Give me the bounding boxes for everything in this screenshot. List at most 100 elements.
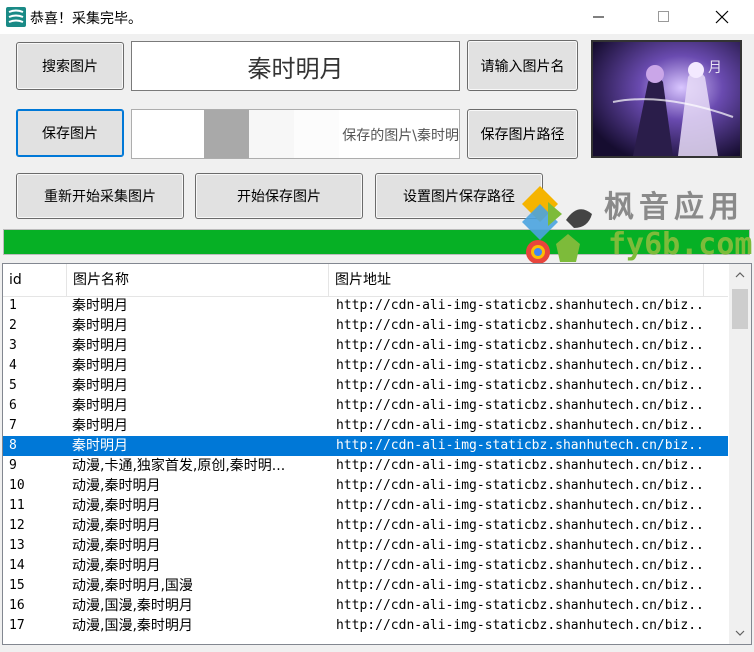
row-url: http://cdn-ali-img-staticbz.shanhutech.c… (336, 538, 701, 553)
row-url: http://cdn-ali-img-staticbz.shanhutech.c… (336, 398, 701, 413)
row-url: http://cdn-ali-img-staticbz.shanhutech.c… (336, 478, 701, 493)
row-url: http://cdn-ali-img-staticbz.shanhutech.c… (336, 358, 701, 373)
row-name: 动漫,国漫,秦时明月 (72, 598, 193, 614)
maximize-icon (658, 11, 669, 22)
row-url: http://cdn-ali-img-staticbz.shanhutech.c… (336, 378, 701, 393)
scroll-thumb[interactable] (732, 289, 748, 329)
row-name: 动漫,秦时明月 (72, 538, 161, 554)
row-name: 秦时明月 (72, 378, 128, 394)
table-row[interactable]: 2 秦时明月 http://cdn-ali-img-staticbz.shanhut… (3, 316, 728, 336)
row-url: http://cdn-ali-img-staticbz.shanhutech.c… (336, 318, 701, 333)
row-name: 动漫,秦时明月 (72, 518, 161, 534)
close-button[interactable] (700, 0, 744, 34)
redaction-block (132, 110, 204, 158)
row-id: 4 (9, 358, 17, 373)
row-id: 6 (9, 398, 17, 413)
row-id: 2 (9, 318, 17, 333)
row-id: 7 (9, 418, 17, 433)
search-image-button[interactable]: 搜索图片 (16, 42, 124, 90)
preview-artwork: ⽉ (593, 42, 740, 156)
save-path-input[interactable]: 保存的图片\秦时明 (131, 109, 460, 159)
table-row[interactable]: 3 秦时明月 http://cdn-ali-img-staticbz.shanhut… (3, 336, 728, 356)
save-path-text: 保存的图片\秦时明 (342, 128, 459, 144)
table-row[interactable]: 15 动漫,秦时明月,国漫 http://cdn-ali-img-staticbz.… (3, 576, 728, 596)
row-id: 1 (9, 298, 17, 313)
watermark: 枫音应用 fy6b.com (518, 182, 753, 272)
minimize-icon (593, 16, 604, 18)
row-url: http://cdn-ali-img-staticbz.shanhutech.c… (336, 618, 701, 633)
redaction-block (294, 110, 339, 158)
row-id: 16 (9, 598, 25, 613)
row-id: 13 (9, 538, 25, 553)
row-name: 动漫,秦时明月 (72, 498, 161, 514)
column-header-name[interactable]: 图片名称 (67, 264, 329, 296)
image-preview: ⽉ (591, 40, 742, 158)
row-id: 14 (9, 558, 25, 573)
row-id: 3 (9, 338, 17, 353)
row-id: 17 (9, 618, 25, 633)
row-name: 秦时明月 (72, 398, 128, 414)
vertical-scrollbar[interactable] (729, 264, 751, 644)
row-id: 15 (9, 578, 25, 593)
minimize-button[interactable] (577, 0, 621, 34)
row-id: 9 (9, 458, 17, 473)
column-header-id[interactable]: id (3, 264, 67, 296)
list-header: id 图片名称 图片地址 (3, 264, 728, 297)
row-id: 11 (9, 498, 25, 513)
row-id: 5 (9, 378, 17, 393)
table-row[interactable]: 4 秦时明月 http://cdn-ali-img-staticbz.shanhut… (3, 356, 728, 376)
image-list[interactable]: id 图片名称 图片地址 1 秦时明月 http://cdn-ali-img-sta… (2, 263, 752, 645)
row-url: http://cdn-ali-img-staticbz.shanhutech.c… (336, 598, 701, 613)
row-id: 10 (9, 478, 25, 493)
scroll-down-button[interactable] (729, 622, 751, 644)
table-row[interactable]: 17 动漫,国漫,秦时明月 http://cdn-ali-img-staticbz.… (3, 616, 728, 636)
row-url: http://cdn-ali-img-staticbz.shanhutech.c… (336, 418, 701, 433)
search-input[interactable]: 秦时明月 (131, 41, 460, 91)
row-name: 秦时明月 (72, 438, 128, 454)
row-id: 8 (9, 438, 17, 453)
table-row[interactable]: 9 动漫,卡通,独家首发,原创,秦时明... http://cdn-ali-img-… (3, 456, 728, 476)
redaction-block (204, 110, 249, 158)
redaction-block (249, 110, 294, 158)
table-row[interactable]: 7 秦时明月 http://cdn-ali-img-staticbz.shanhut… (3, 416, 728, 436)
row-name: 秦时明月 (72, 298, 128, 314)
app-icon (6, 7, 26, 27)
row-url: http://cdn-ali-img-staticbz.shanhutech.c… (336, 558, 701, 573)
table-row[interactable]: 13 动漫,秦时明月 http://cdn-ali-img-staticbz.sha… (3, 536, 728, 556)
table-row[interactable]: 5 秦时明月 http://cdn-ali-img-staticbz.shanhut… (3, 376, 728, 396)
row-name: 动漫,国漫,秦时明月 (72, 618, 193, 634)
table-row[interactable]: 14 动漫,秦时明月 http://cdn-ali-img-staticbz.sha… (3, 556, 728, 576)
watermark-url-text: fy6b.com (608, 227, 753, 262)
watermark-logo-icon (522, 186, 592, 264)
row-url: http://cdn-ali-img-staticbz.shanhutech.c… (336, 518, 701, 533)
save-image-button[interactable]: 保存图片 (16, 109, 124, 157)
table-row[interactable]: 6 秦时明月 http://cdn-ali-img-staticbz.shanhut… (3, 396, 728, 416)
save-image-path-button[interactable]: 保存图片路径 (467, 109, 578, 159)
restart-collect-button[interactable]: 重新开始采集图片 (16, 173, 184, 219)
row-url: http://cdn-ali-img-staticbz.shanhutech.c… (336, 438, 701, 453)
table-row[interactable]: 11 动漫,秦时明月 http://cdn-ali-img-staticbz.sha… (3, 496, 728, 516)
enter-image-name-button[interactable]: 请输入图片名 (467, 40, 578, 91)
row-name: 秦时明月 (72, 318, 128, 334)
table-row[interactable]: 8 秦时明月 http://cdn-ali-img-staticbz.shanhut… (3, 436, 728, 456)
title-bar: 恭喜！采集完毕。 (0, 0, 754, 34)
scroll-up-button[interactable] (729, 264, 751, 286)
watermark-cn-text: 枫音应用 (604, 190, 744, 225)
chevron-down-icon (735, 630, 745, 636)
row-name: 秦时明月 (72, 338, 128, 354)
row-url: http://cdn-ali-img-staticbz.shanhutech.c… (336, 578, 701, 593)
start-save-button[interactable]: 开始保存图片 (195, 173, 363, 219)
row-name: 动漫,秦时明月,国漫 (72, 578, 193, 594)
chevron-up-icon (735, 272, 745, 278)
table-row[interactable]: 12 动漫,秦时明月 http://cdn-ali-img-staticbz.sha… (3, 516, 728, 536)
column-header-url[interactable]: 图片地址 (329, 264, 704, 296)
window-title: 恭喜！采集完毕。 (30, 11, 142, 27)
row-name: 动漫,卡通,独家首发,原创,秦时明... (72, 458, 286, 474)
row-url: http://cdn-ali-img-staticbz.shanhutech.c… (336, 498, 701, 513)
table-row[interactable]: 16 动漫,国漫,秦时明月 http://cdn-ali-img-staticbz.… (3, 596, 728, 616)
row-name: 动漫,秦时明月 (72, 558, 161, 574)
table-row[interactable]: 1 秦时明月 http://cdn-ali-img-staticbz.shanhut… (3, 296, 728, 316)
table-row[interactable]: 10 动漫,秦时明月 http://cdn-ali-img-staticbz.sha… (3, 476, 728, 496)
maximize-button[interactable] (642, 0, 686, 34)
row-name: 秦时明月 (72, 418, 128, 434)
